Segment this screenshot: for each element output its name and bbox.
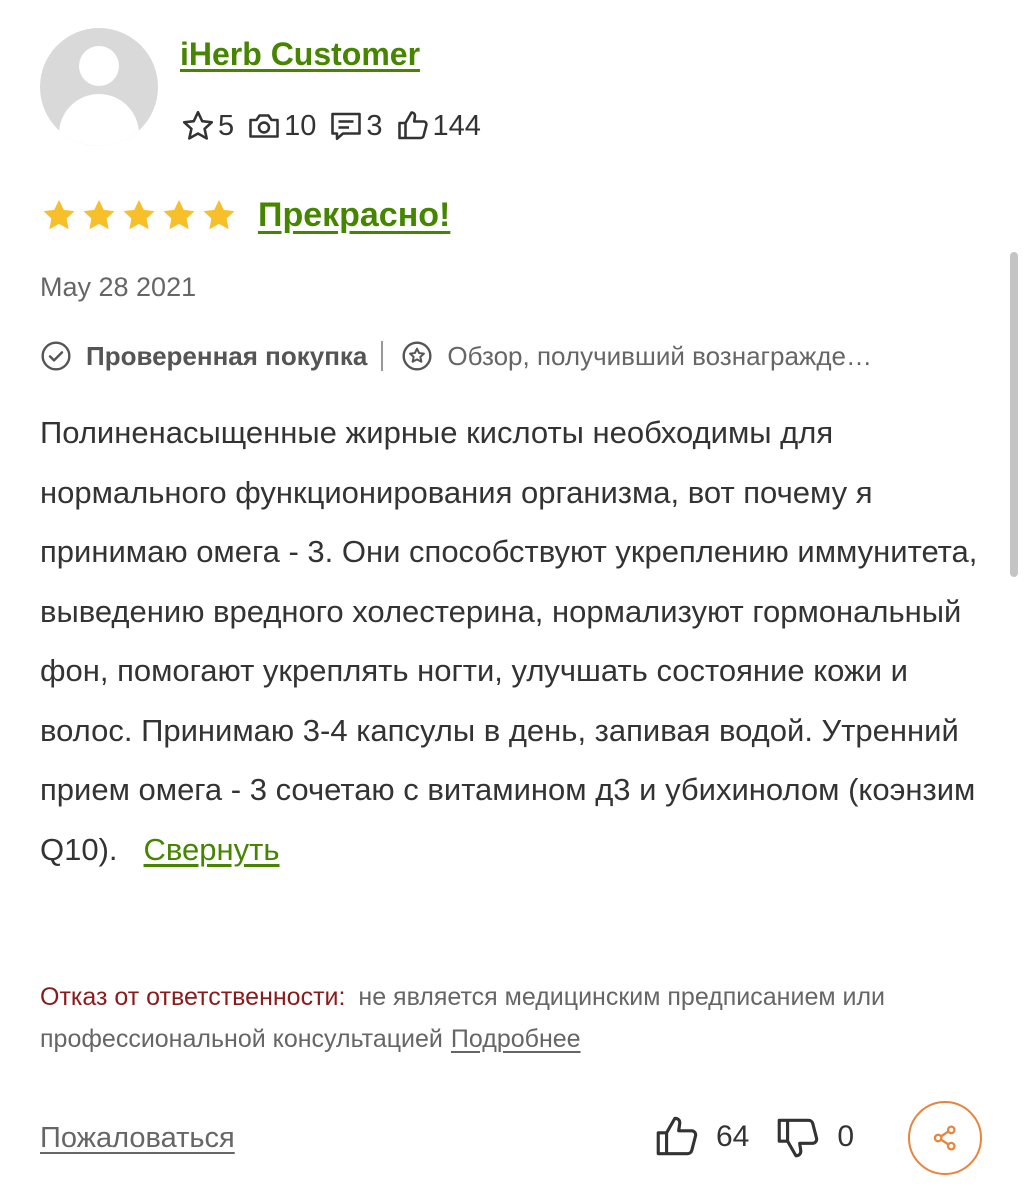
stat-likes-count: 144 [432,109,481,142]
rewarded-review-label: Обзор, получивший вознагражде… [447,340,872,371]
thumbs-up-icon [397,111,428,140]
review-date: May 28 2021 [40,272,197,302]
star-filled-icon [203,199,235,230]
disclaimer-more-link[interactable]: Подробнее [451,1025,581,1053]
rewarded-review-badge[interactable]: Обзор, получивший вознагражде… [401,340,872,372]
star-filled-icon [163,199,195,230]
comment-icon [331,112,362,141]
vote-controls: 64 0 [652,1112,878,1162]
reward-star-icon [402,341,432,371]
share-button[interactable] [908,1101,982,1175]
unhelpful-count: 0 [837,1120,855,1153]
report-link[interactable]: Пожаловаться [40,1122,235,1155]
helpful-count: 64 [716,1120,750,1153]
review-title-link[interactable]: Прекрасно! [258,196,450,235]
stat-stars: 5 [180,108,234,144]
star-filled-icon [123,199,155,230]
stat-comments-count: 3 [366,109,383,142]
rating-stars [40,197,240,235]
review-text: Полиненасыщенные жирные кислоты необходи… [40,415,978,867]
disclaimer-label: Отказ от ответственности: [40,983,346,1011]
reviewer-name-link[interactable]: iHerb Customer [180,36,420,73]
avatar[interactable] [40,28,158,146]
stat-likes: 144 [395,108,481,144]
stat-photos-count: 10 [284,109,317,142]
scrollbar[interactable] [1010,252,1018,577]
avatar-body [59,94,139,146]
stat-comments: 3 [328,108,383,144]
collapse-link[interactable]: Свернуть [144,832,280,867]
verified-purchase-badge: Проверенная покупка [40,340,367,372]
thumbs-up-icon[interactable] [652,1112,702,1162]
verified-purchase-label: Проверенная покупка [86,340,368,371]
check-circle-icon [41,341,71,371]
thumbs-down-icon[interactable] [773,1112,823,1162]
star-filled-icon [83,199,115,230]
review-body: Полиненасыщенные жирные кислоты необходи… [40,403,990,879]
reviewer-stats: 5 10 3 144 [180,108,493,144]
star-outline-icon [182,110,214,140]
star-filled-icon [43,199,75,230]
disclaimer: Отказ от ответственности: не является ме… [40,976,990,1060]
badge-divider [381,341,384,371]
camera-icon [249,114,279,138]
stat-stars-count: 5 [218,109,235,142]
stat-photos: 10 [246,108,316,144]
avatar-head [79,46,119,86]
share-icon [933,1125,956,1151]
review-badges: Проверенная покупка Обзор, получивший во… [40,340,980,372]
